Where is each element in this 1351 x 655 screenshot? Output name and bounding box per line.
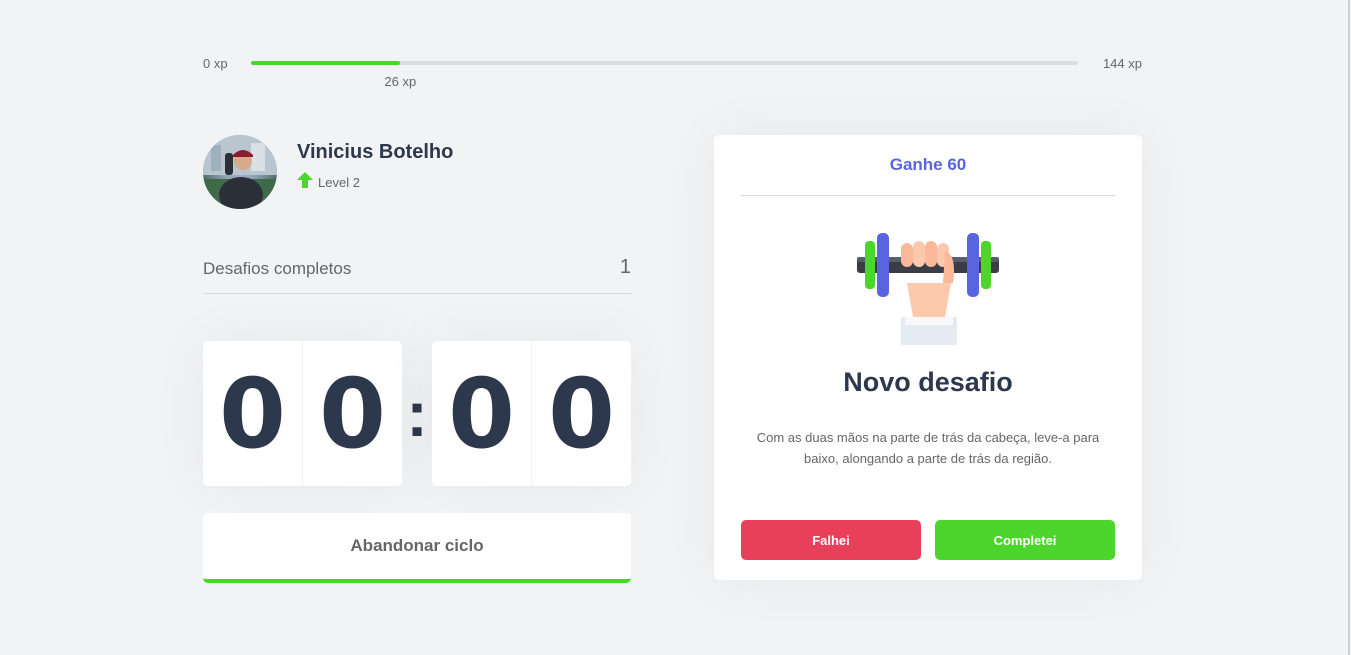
challenge-card: Ganhe 60 Novo desafio Com as duas mãos n… bbox=[714, 135, 1142, 580]
countdown-seconds: 0 0 bbox=[432, 341, 631, 486]
challenge-reward: Ganhe 60 bbox=[741, 135, 1115, 196]
complete-button[interactable]: Completei bbox=[935, 520, 1115, 560]
abandon-cycle-button[interactable]: Abandonar ciclo bbox=[203, 513, 631, 583]
fail-button[interactable]: Falhei bbox=[741, 520, 921, 560]
page-scrollbar[interactable] bbox=[1348, 0, 1350, 655]
arrow-up-icon bbox=[297, 172, 313, 188]
completed-challenges-count: 1 bbox=[619, 256, 631, 278]
countdown-second-ones: 0 bbox=[531, 341, 631, 486]
countdown: 0 0 : 0 0 bbox=[203, 341, 631, 486]
challenge-title: Novo desafio bbox=[843, 367, 1013, 397]
level-label: Level 2 bbox=[318, 175, 360, 190]
avatar-photo bbox=[203, 135, 277, 209]
experience-bar: 0 xp 26 xp 144 xp bbox=[203, 54, 1142, 94]
completed-challenges: Desafios completos 1 bbox=[203, 251, 631, 294]
countdown-separator: : bbox=[406, 377, 428, 450]
profile: Vinicius Botelho Level 2 bbox=[203, 135, 633, 209]
dumbbell-icon bbox=[857, 233, 999, 345]
countdown-minute-tens: 0 bbox=[219, 357, 286, 470]
challenge-description: Com as duas mãos na parte de trás da cab… bbox=[756, 430, 1100, 466]
xp-min-label: 0 xp bbox=[203, 56, 228, 71]
avatar bbox=[203, 135, 277, 209]
xp-fill bbox=[251, 61, 401, 65]
user-name: Vinicius Botelho bbox=[297, 141, 454, 163]
completed-challenges-label: Desafios completos bbox=[203, 259, 352, 278]
countdown-minute-ones: 0 bbox=[302, 341, 402, 486]
xp-max-label: 144 xp bbox=[1102, 56, 1142, 71]
countdown-second-tens: 0 bbox=[448, 357, 515, 470]
countdown-minutes: 0 0 bbox=[203, 341, 402, 486]
xp-track bbox=[251, 61, 1078, 65]
xp-current-label: 26 xp bbox=[384, 74, 417, 89]
